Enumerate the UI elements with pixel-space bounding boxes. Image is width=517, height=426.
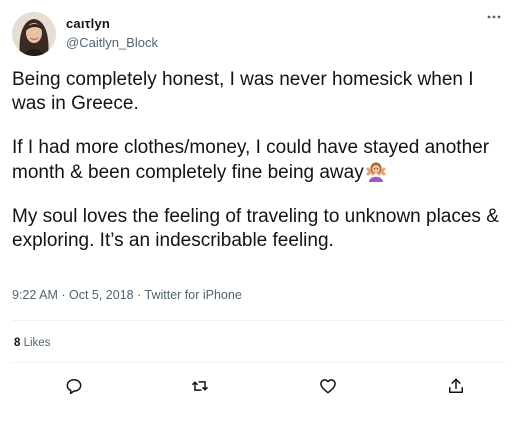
meta-separator: · xyxy=(57,288,69,302)
meta-separator: · xyxy=(133,288,145,302)
tweet-time[interactable]: 9:22 AM xyxy=(12,288,58,302)
avatar[interactable] xyxy=(12,12,56,56)
likes-number: 8 xyxy=(14,337,21,349)
divider xyxy=(12,362,505,363)
tweet-date[interactable]: Oct 5, 2018 xyxy=(69,288,134,302)
tweet-meta: 9:22 AM · Oct 5, 2018 · Twitter for iPho… xyxy=(12,288,242,302)
display-name[interactable]: caιτlyn xyxy=(66,16,110,31)
tweet-paragraph: My soul loves the feeling of traveling t… xyxy=(12,206,499,251)
more-options-icon[interactable] xyxy=(483,12,505,30)
reply-icon[interactable] xyxy=(64,376,84,396)
person-gesturing-no-emoji xyxy=(365,160,387,182)
share-icon[interactable] xyxy=(446,376,466,396)
tweet-actions xyxy=(0,376,517,400)
user-handle[interactable]: @Caitlyn_Block xyxy=(66,35,158,50)
like-icon[interactable] xyxy=(318,376,338,396)
divider xyxy=(12,320,505,321)
tweet-card: caιτlyn @Caitlyn_Block Being completely … xyxy=(0,0,517,426)
likes-label: Likes xyxy=(23,337,51,349)
tweet-paragraph: If I had more clothes/money, I could hav… xyxy=(12,137,490,183)
retweet-icon[interactable] xyxy=(190,376,210,396)
tweet-source[interactable]: Twitter for iPhone xyxy=(145,288,242,302)
tweet-text: Being completely honest, I was never hom… xyxy=(12,68,507,273)
tweet-paragraph: Being completely honest, I was never hom… xyxy=(12,69,474,114)
tweet-header: caιτlyn @Caitlyn_Block xyxy=(12,12,505,58)
likes-count[interactable]: 8 Likes xyxy=(14,337,50,349)
